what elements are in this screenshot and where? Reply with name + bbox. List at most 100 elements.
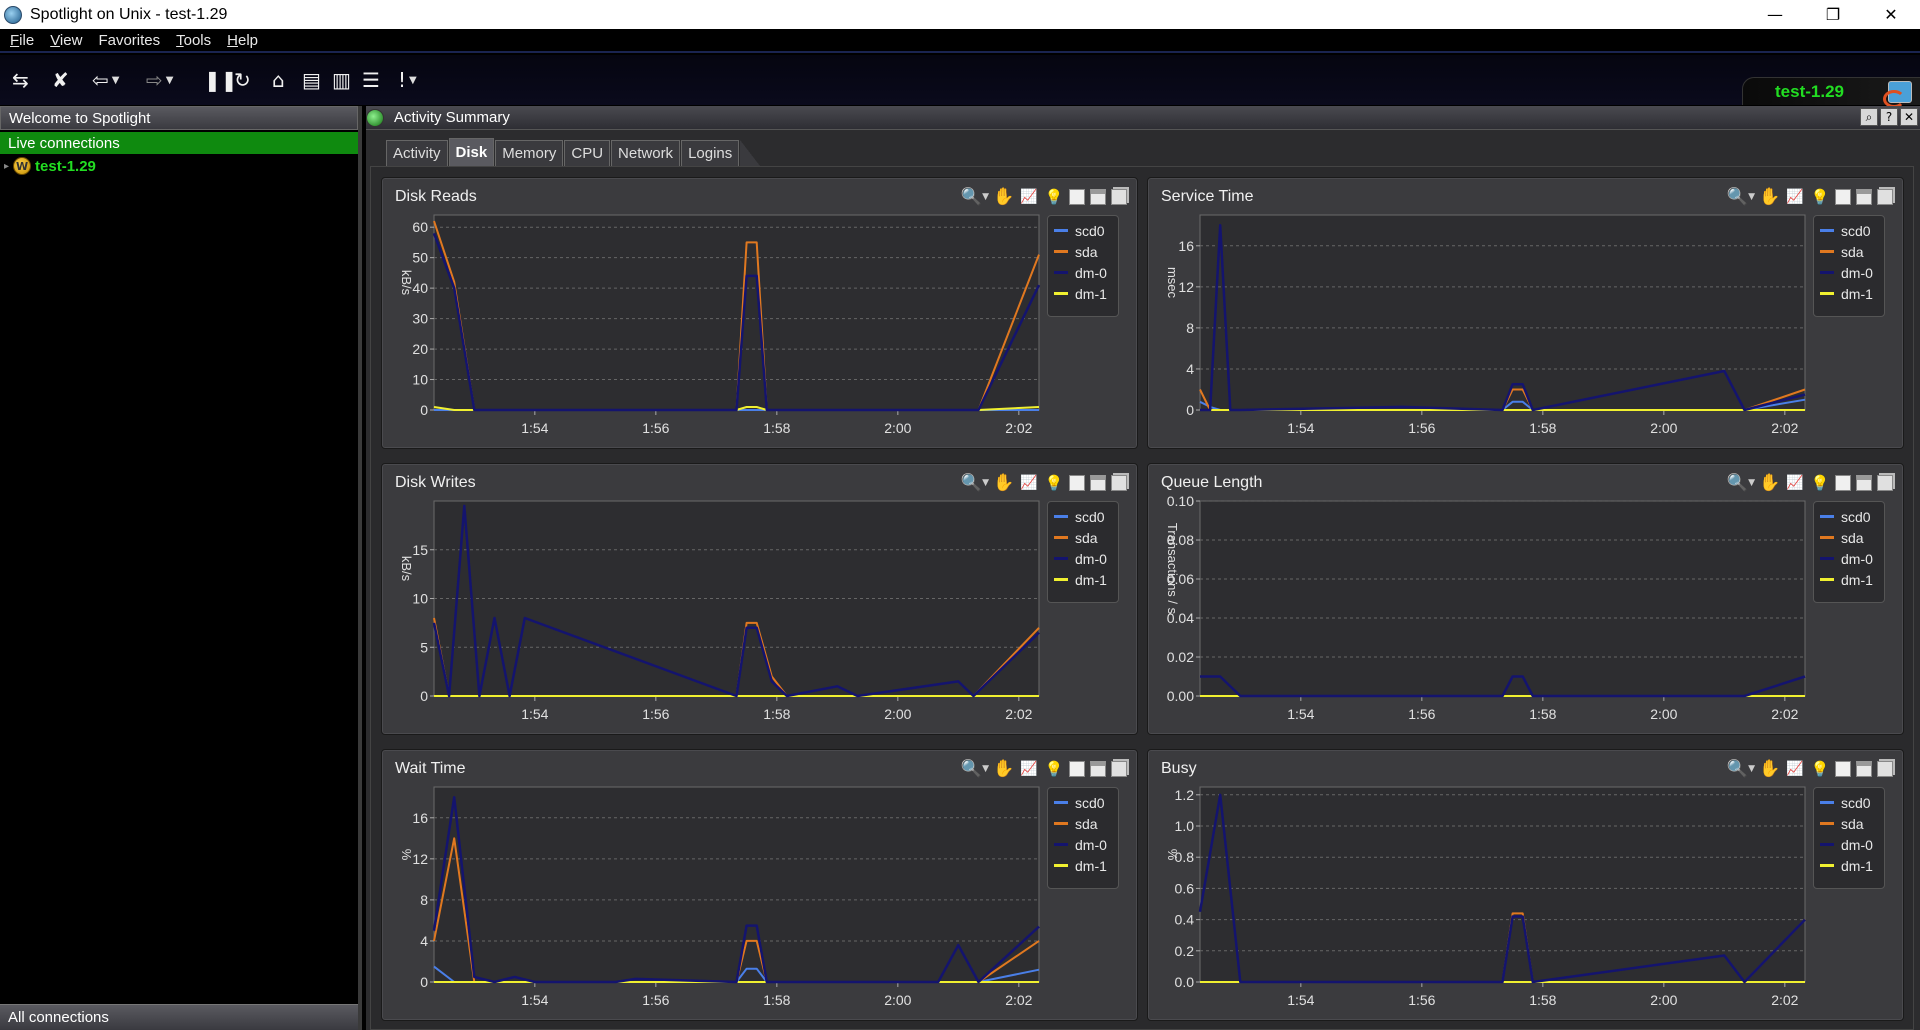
legend-item[interactable]: scd0 xyxy=(1820,792,1884,813)
chart-legend[interactable]: scd0 sda dm-0 dm-1 xyxy=(1047,501,1119,603)
search-panel-button[interactable]: ⌕ xyxy=(1860,108,1878,126)
legend-swatch xyxy=(1820,557,1834,560)
restore-button[interactable]: ❐ xyxy=(1804,0,1862,29)
y-axis-label: % xyxy=(1165,849,1180,861)
alarm-button[interactable]: ! ▼ xyxy=(398,67,417,93)
pause-button[interactable]: ❚❚ xyxy=(204,67,238,93)
legend-label: sda xyxy=(1841,529,1864,546)
close-icon: ✕ xyxy=(1903,110,1915,124)
legend-item[interactable]: dm-1 xyxy=(1820,569,1884,590)
plot-area[interactable]: 01020304050601:54 1:56 1:58 2:00 2:02kB/s xyxy=(382,178,1139,450)
legend-item[interactable]: dm-0 xyxy=(1054,548,1118,569)
legend-item[interactable]: dm-0 xyxy=(1054,262,1118,283)
tab-cpu[interactable]: CPU xyxy=(564,140,611,166)
legend-swatch xyxy=(1820,271,1834,274)
legend-swatch xyxy=(1820,229,1834,232)
legend-label: dm-0 xyxy=(1841,264,1873,281)
legend-item[interactable]: sda xyxy=(1820,527,1884,548)
plot-background xyxy=(1199,500,1806,697)
chart-legend[interactable]: scd0 sda dm-0 dm-1 xyxy=(1813,501,1885,603)
legend-item[interactable]: sda xyxy=(1820,241,1884,262)
table-view-button[interactable]: ▤ xyxy=(302,67,321,93)
host-badge[interactable]: test-1.29 xyxy=(1742,77,1920,108)
plot-area[interactable]: 0.000.020.040.060.080.101:54 1:56 1:58 2:00… xyxy=(1148,464,1905,736)
tab-memory[interactable]: Memory xyxy=(495,140,564,166)
chevron-down-icon: ▼ xyxy=(165,74,174,86)
menu-favorites[interactable]: Favorites xyxy=(98,32,160,49)
legend-item[interactable]: dm-0 xyxy=(1820,834,1884,855)
x-tick-label: 1:54 xyxy=(521,420,548,436)
legend-item[interactable]: dm-1 xyxy=(1054,855,1118,876)
legend-item[interactable]: dm-1 xyxy=(1820,855,1884,876)
legend-item[interactable]: dm-0 xyxy=(1820,548,1884,569)
legend-label: dm-1 xyxy=(1075,285,1107,302)
panel-header: Activity Summary ⌕ ? ✕ xyxy=(366,106,1920,130)
home-button[interactable]: ⌂ xyxy=(272,67,285,93)
y-axis-label: kB/s xyxy=(399,556,414,582)
y-tick-label: 0.2 xyxy=(1175,943,1195,959)
legend-item[interactable]: scd0 xyxy=(1054,506,1118,527)
connect-button[interactable]: ⇆ xyxy=(12,67,29,93)
tree-node-test-1-29[interactable]: ▸ W test-1.29 xyxy=(0,154,358,178)
minimize-button[interactable]: — xyxy=(1746,0,1804,29)
legend-swatch xyxy=(1820,292,1834,295)
legend-item[interactable]: scd0 xyxy=(1820,506,1884,527)
chart-view-button[interactable]: ▥ xyxy=(332,67,351,93)
back-button[interactable]: ⇦ ▼ xyxy=(92,67,119,93)
forward-button[interactable]: ⇨ ▼ xyxy=(146,67,173,93)
close-panel-button[interactable]: ✕ xyxy=(1900,108,1918,126)
exclamation-icon: ! xyxy=(398,68,407,92)
legend-item[interactable]: dm-0 xyxy=(1820,262,1884,283)
plot-area[interactable]: 0.00.20.40.60.81.01.21:54 1:56 1:58 2:00 2:0… xyxy=(1148,750,1905,1022)
chart-legend[interactable]: scd0 sda dm-0 dm-1 xyxy=(1813,215,1885,317)
x-tick-label: 1:58 xyxy=(1529,992,1556,1008)
menu-help[interactable]: Help xyxy=(227,32,258,49)
help-panel-button[interactable]: ? xyxy=(1880,108,1898,126)
database-icon: ☰ xyxy=(362,68,380,92)
legend-label: sda xyxy=(1841,243,1864,260)
legend-item[interactable]: sda xyxy=(1054,527,1118,548)
tree-expand-icon[interactable]: ▸ xyxy=(4,161,9,172)
host-name: test-1.29 xyxy=(1775,81,1844,101)
menu-view[interactable]: View xyxy=(50,32,82,49)
y-tick-label: 16 xyxy=(1178,238,1194,254)
y-tick-label: 0 xyxy=(1186,402,1194,418)
legend-item[interactable]: scd0 xyxy=(1054,792,1118,813)
legend-item[interactable]: scd0 xyxy=(1820,220,1884,241)
legend-item[interactable]: dm-1 xyxy=(1820,283,1884,304)
legend-item[interactable]: dm-1 xyxy=(1054,283,1118,304)
refresh-button[interactable]: ↻ xyxy=(234,67,251,93)
window-title: Spotlight on Unix - test-1.29 xyxy=(30,5,228,23)
bar-chart-icon: ▥ xyxy=(332,68,351,92)
tab-logins[interactable]: Logins xyxy=(681,140,740,166)
plot-area[interactable]: 04812161:54 1:56 1:58 2:00 2:02% xyxy=(382,750,1139,1022)
all-connections-header[interactable]: All connections xyxy=(0,1004,358,1030)
database-button[interactable]: ☰ xyxy=(362,67,380,93)
x-tick-label: 1:54 xyxy=(1287,706,1314,722)
disconnect-button[interactable]: ✘ xyxy=(52,67,69,93)
tab-disk[interactable]: Disk xyxy=(448,138,495,166)
legend-item[interactable]: dm-1 xyxy=(1054,569,1118,590)
legend-item[interactable]: dm-0 xyxy=(1054,834,1118,855)
y-tick-label: 4 xyxy=(1186,361,1194,377)
legend-label: dm-0 xyxy=(1841,550,1873,567)
legend-swatch xyxy=(1054,515,1068,518)
legend-item[interactable]: scd0 xyxy=(1054,220,1118,241)
live-connections-header[interactable]: Live connections xyxy=(0,130,358,154)
close-button[interactable]: ✕ xyxy=(1862,0,1920,29)
x-tick-label: 1:54 xyxy=(1287,992,1314,1008)
menu-tools[interactable]: Tools xyxy=(176,32,211,49)
legend-item[interactable]: sda xyxy=(1054,241,1118,262)
legend-item[interactable]: sda xyxy=(1054,813,1118,834)
chart-legend[interactable]: scd0 sda dm-0 dm-1 xyxy=(1047,787,1119,889)
welcome-header[interactable]: Welcome to Spotlight xyxy=(0,106,358,130)
plot-area[interactable]: 0510151:54 1:56 1:58 2:00 2:02kB/s xyxy=(382,464,1139,736)
menu-file[interactable]: File xyxy=(10,32,34,49)
chart-legend[interactable]: scd0 sda dm-0 dm-1 xyxy=(1047,215,1119,317)
tab-network[interactable]: Network xyxy=(611,140,681,166)
plot-area[interactable]: 04812161:54 1:56 1:58 2:00 2:02msec xyxy=(1148,178,1905,450)
tab-activity[interactable]: Activity xyxy=(386,140,448,166)
legend-item[interactable]: sda xyxy=(1820,813,1884,834)
y-tick-label: 10 xyxy=(412,372,428,388)
chart-legend[interactable]: scd0 sda dm-0 dm-1 xyxy=(1813,787,1885,889)
